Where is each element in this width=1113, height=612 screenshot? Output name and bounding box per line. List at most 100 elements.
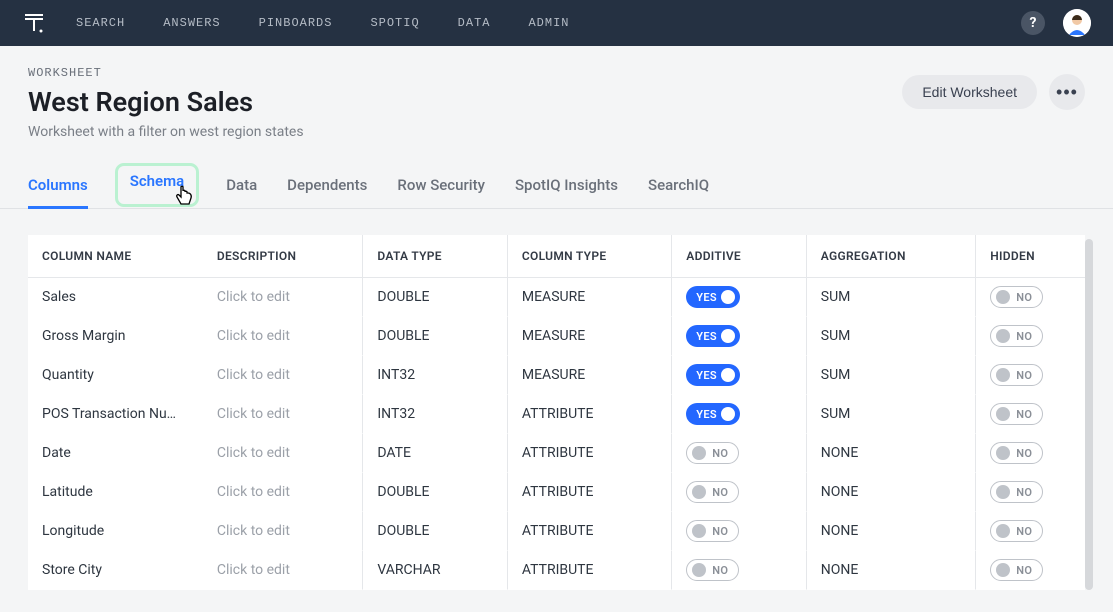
table-row: LongitudeClick to editDOUBLEATTRIBUTENON… xyxy=(28,512,1085,551)
cell-additive: YES xyxy=(671,278,806,317)
additive-toggle[interactable]: NO xyxy=(686,559,739,581)
cell-column-type[interactable]: MEASURE xyxy=(507,356,671,395)
cell-column-name[interactable]: Date xyxy=(28,434,203,473)
cell-hidden: NO xyxy=(975,278,1085,317)
cell-data-type[interactable]: INT32 xyxy=(362,356,507,395)
cell-column-name[interactable]: Latitude xyxy=(28,473,203,512)
hidden-toggle[interactable]: NO xyxy=(990,520,1043,542)
cell-aggregation[interactable]: SUM xyxy=(806,278,975,317)
tab-dependents[interactable]: Dependents xyxy=(287,168,367,208)
cell-aggregation[interactable]: SUM xyxy=(806,356,975,395)
table-body: SalesClick to editDOUBLEMEASUREYESSUMNOG… xyxy=(28,278,1085,590)
cell-column-type[interactable]: MEASURE xyxy=(507,278,671,317)
cell-description[interactable]: Click to edit xyxy=(203,395,363,434)
hidden-toggle[interactable]: NO xyxy=(990,403,1043,425)
tab-row-security[interactable]: Row Security xyxy=(397,168,485,208)
cell-data-type[interactable]: INT32 xyxy=(362,395,507,434)
nav-spotiq[interactable]: SPOTIQ xyxy=(370,16,419,30)
cell-hidden: NO xyxy=(975,473,1085,512)
cell-column-type[interactable]: MEASURE xyxy=(507,317,671,356)
hidden-toggle[interactable]: NO xyxy=(990,559,1043,581)
cell-aggregation[interactable]: NONE xyxy=(806,473,975,512)
cell-aggregation[interactable]: NONE xyxy=(806,512,975,551)
th-additive[interactable]: ADDITIVE xyxy=(671,235,806,278)
cell-description[interactable]: Click to edit xyxy=(203,317,363,356)
logo-icon[interactable] xyxy=(22,10,48,36)
cell-column-type[interactable]: ATTRIBUTE xyxy=(507,473,671,512)
cell-column-name[interactable]: Gross Margin xyxy=(28,317,203,356)
cell-description[interactable]: Click to edit xyxy=(203,434,363,473)
top-nav: SEARCH ANSWERS PINBOARDS SPOTIQ DATA ADM… xyxy=(0,0,1113,46)
nav-right: ? xyxy=(1021,9,1091,37)
cell-description[interactable]: Click to edit xyxy=(203,551,363,590)
cell-aggregation[interactable]: SUM xyxy=(806,395,975,434)
cell-column-type[interactable]: ATTRIBUTE xyxy=(507,434,671,473)
cell-data-type[interactable]: DOUBLE xyxy=(362,512,507,551)
th-data-type[interactable]: DATA TYPE xyxy=(362,235,507,278)
cell-additive: YES xyxy=(671,395,806,434)
hidden-toggle[interactable]: NO xyxy=(990,325,1043,347)
page-title: West Region Sales xyxy=(28,86,253,118)
additive-toggle[interactable]: YES xyxy=(686,325,740,347)
cell-aggregation[interactable]: SUM xyxy=(806,317,975,356)
tab-searchiq[interactable]: SearchIQ xyxy=(648,168,709,208)
cell-description[interactable]: Click to edit xyxy=(203,278,363,317)
tab-spotiq-insights[interactable]: SpotIQ Insights xyxy=(515,168,618,208)
tabs: Columns Schema Data Dependents Row Secur… xyxy=(0,168,1113,209)
cell-hidden: NO xyxy=(975,356,1085,395)
additive-toggle[interactable]: NO xyxy=(686,442,739,464)
cell-description[interactable]: Click to edit xyxy=(203,512,363,551)
cell-column-name[interactable]: POS Transaction Nu… xyxy=(28,395,203,434)
table-row: SalesClick to editDOUBLEMEASURE YES SUM NO xyxy=(28,278,1085,317)
vertical-scrollbar[interactable] xyxy=(1085,239,1093,590)
page-subtitle: Worksheet with a filter on west region s… xyxy=(28,124,1085,140)
nav-data[interactable]: DATA xyxy=(458,16,491,30)
tab-schema[interactable]: Schema xyxy=(118,166,197,204)
cell-column-name[interactable]: Quantity xyxy=(28,356,203,395)
nav-search[interactable]: SEARCH xyxy=(76,16,125,30)
cell-data-type[interactable]: DOUBLE xyxy=(362,278,507,317)
hidden-toggle[interactable]: NO xyxy=(990,442,1043,464)
more-actions-button[interactable]: ••• xyxy=(1049,74,1085,110)
cell-aggregation[interactable]: NONE xyxy=(806,434,975,473)
cell-data-type[interactable]: DATE xyxy=(362,434,507,473)
help-icon[interactable]: ? xyxy=(1021,11,1045,35)
cell-column-name[interactable]: Store City xyxy=(28,551,203,590)
additive-toggle[interactable]: NO xyxy=(686,520,739,542)
th-description[interactable]: DESCRIPTION xyxy=(203,235,363,278)
cell-column-type[interactable]: ATTRIBUTE xyxy=(507,551,671,590)
nav-pinboards[interactable]: PINBOARDS xyxy=(259,16,333,30)
table-header-row: COLUMN NAME DESCRIPTION DATA TYPE COLUMN… xyxy=(28,235,1085,278)
cell-data-type[interactable]: DOUBLE xyxy=(362,473,507,512)
cell-column-type[interactable]: ATTRIBUTE xyxy=(507,395,671,434)
cell-hidden: NO xyxy=(975,395,1085,434)
cell-data-type[interactable]: VARCHAR xyxy=(362,551,507,590)
cell-description[interactable]: Click to edit xyxy=(203,473,363,512)
th-column-type[interactable]: COLUMN TYPE xyxy=(507,235,671,278)
cell-description[interactable]: Click to edit xyxy=(203,356,363,395)
th-hidden[interactable]: HIDDEN xyxy=(975,235,1085,278)
cell-hidden: NO xyxy=(975,512,1085,551)
th-column-name[interactable]: COLUMN NAME xyxy=(28,235,203,278)
additive-toggle[interactable]: YES xyxy=(686,364,740,386)
additive-toggle[interactable]: NO xyxy=(686,481,739,503)
additive-toggle[interactable]: YES xyxy=(686,403,740,425)
th-aggregation[interactable]: AGGREGATION xyxy=(806,235,975,278)
cell-hidden: NO xyxy=(975,434,1085,473)
additive-toggle[interactable]: YES xyxy=(686,286,740,308)
tab-columns[interactable]: Columns xyxy=(28,168,88,209)
nav-answers[interactable]: ANSWERS xyxy=(163,16,220,30)
tab-data[interactable]: Data xyxy=(226,168,257,208)
avatar[interactable] xyxy=(1063,9,1091,37)
columns-table: COLUMN NAME DESCRIPTION DATA TYPE COLUMN… xyxy=(28,235,1085,590)
hidden-toggle[interactable]: NO xyxy=(990,286,1043,308)
edit-worksheet-button[interactable]: Edit Worksheet xyxy=(902,75,1037,109)
cell-column-name[interactable]: Sales xyxy=(28,278,203,317)
nav-admin[interactable]: ADMIN xyxy=(528,16,569,30)
hidden-toggle[interactable]: NO xyxy=(990,481,1043,503)
cell-column-name[interactable]: Longitude xyxy=(28,512,203,551)
cell-column-type[interactable]: ATTRIBUTE xyxy=(507,512,671,551)
hidden-toggle[interactable]: NO xyxy=(990,364,1043,386)
cell-data-type[interactable]: DOUBLE xyxy=(362,317,507,356)
cell-aggregation[interactable]: NONE xyxy=(806,551,975,590)
